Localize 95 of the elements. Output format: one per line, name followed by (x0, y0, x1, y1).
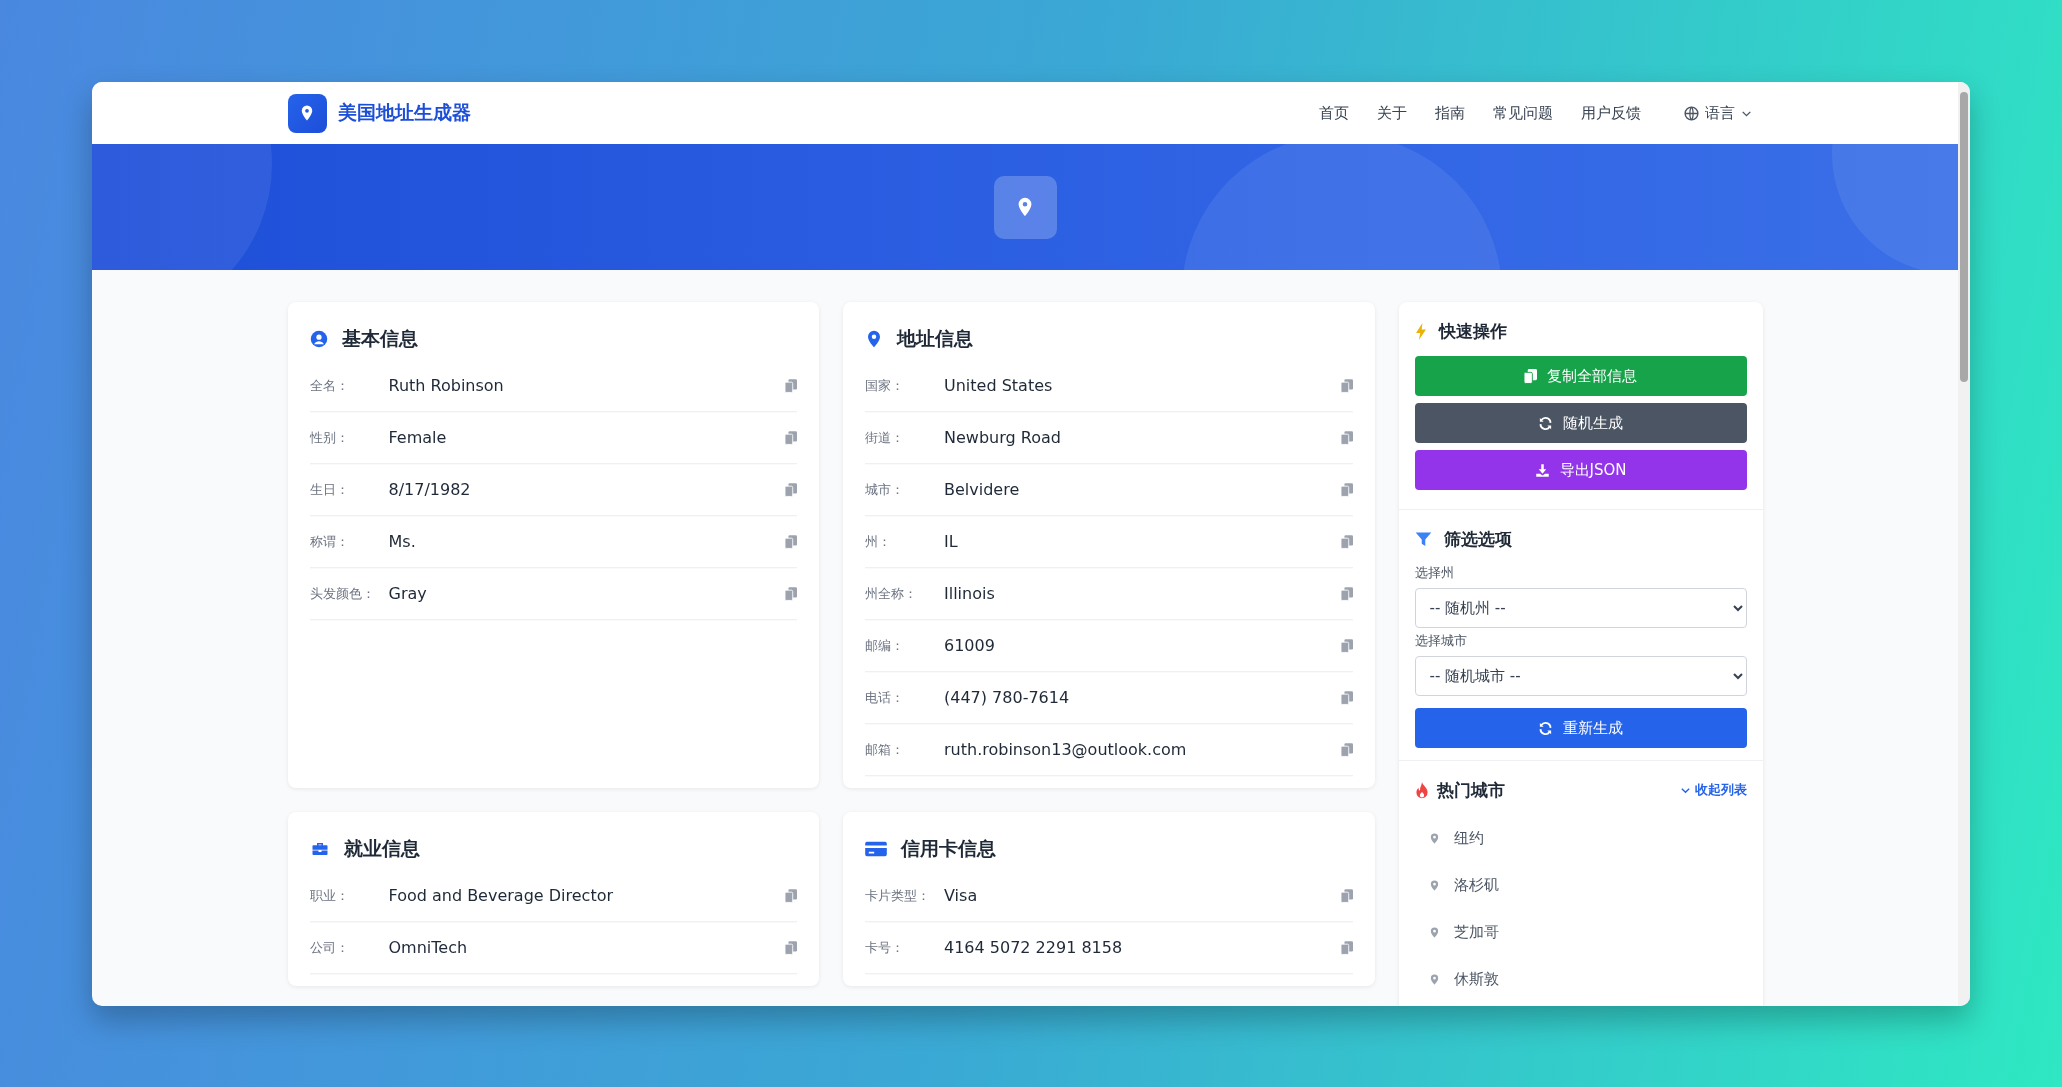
field-value: Visa (944, 886, 979, 905)
field-value: IL (944, 532, 959, 551)
logo-icon (287, 93, 327, 133)
field-value: 8/17/1982 (388, 480, 472, 499)
map-pin-icon (993, 175, 1057, 239)
nav-link[interactable]: 关于 (1376, 103, 1407, 123)
scrollbar-thumb[interactable] (1960, 92, 1968, 382)
field-value: 4164 5072 2291 8158 (944, 938, 1124, 957)
field-value: ruth.robinson13@outlook.com (944, 740, 1188, 759)
field-value: United States (944, 376, 1054, 395)
select-label: 选择州 (1414, 564, 1455, 582)
copy-icon[interactable] (1340, 430, 1353, 445)
copy-icon[interactable] (1340, 534, 1353, 549)
field-label: 头发颜色： (309, 584, 376, 603)
field-value: Newburg Road (944, 428, 1062, 447)
field-value: Illinois (944, 584, 996, 603)
filter-icon (1414, 530, 1432, 548)
field-value: 61009 (944, 636, 996, 655)
copy-icon[interactable] (785, 482, 797, 497)
city-link[interactable]: 休斯敦 (1453, 970, 1499, 989)
field-value: Female (388, 428, 448, 447)
map-pin-icon (1428, 972, 1440, 987)
copy-icon[interactable] (1340, 888, 1353, 903)
field-value: Food and Beverage Director (388, 886, 614, 905)
flame-icon (1414, 781, 1429, 799)
field-label: 街道： (865, 428, 905, 447)
copy-icon[interactable] (1340, 378, 1353, 393)
dropdown-select[interactable]: -- 随机州 -- (1414, 588, 1747, 628)
field-label: 性别： (309, 428, 350, 447)
field-label: 城市： (865, 480, 905, 499)
collapse-link[interactable]: 收起列表 (1679, 781, 1747, 799)
refresh-icon (1538, 415, 1553, 431)
field-label: 国家： (865, 376, 905, 395)
map-pin-icon (865, 330, 883, 348)
field-label: 全名： (309, 376, 350, 395)
select-label: 选择城市 (1414, 632, 1468, 650)
field-value: Ms. (388, 532, 417, 551)
download-icon (1534, 462, 1550, 478)
card-title: 就业信息 (343, 836, 420, 861)
card-title: 信用卡信息 (901, 836, 996, 861)
field-value: (447) 780-7614 (944, 688, 1071, 707)
user-circle-icon (309, 330, 328, 348)
map-pin-icon (1428, 925, 1440, 940)
field-label: 卡片类型： (865, 886, 931, 905)
copy-icon[interactable] (1340, 690, 1353, 705)
copy-icon[interactable] (785, 534, 797, 549)
language-menu[interactable]: 语言 (1682, 103, 1753, 123)
field-value: Belvidere (944, 480, 1021, 499)
city-link[interactable]: 纽约 (1453, 829, 1484, 848)
action-button[interactable]: 导出JSON (1414, 450, 1747, 490)
copy-icon[interactable] (785, 586, 797, 601)
nav-link[interactable]: 指南 (1434, 103, 1465, 123)
site-title[interactable]: 美国地址生成器 (337, 100, 471, 126)
field-label: 称谓： (309, 532, 350, 551)
copy-icon[interactable] (785, 940, 797, 955)
globe-icon (1682, 104, 1700, 122)
card-title: 基本信息 (341, 326, 418, 351)
copy-icon[interactable] (1340, 586, 1353, 601)
refresh-icon (1538, 720, 1553, 736)
lightning-icon (1414, 322, 1427, 340)
action-button[interactable]: 随机生成 (1414, 403, 1747, 443)
field-label: 职业： (309, 886, 350, 905)
field-label: 生日： (309, 480, 350, 499)
copy-icon[interactable] (1340, 742, 1353, 757)
copy-icon[interactable] (785, 378, 797, 393)
city-link[interactable]: 芝加哥 (1453, 923, 1499, 942)
credit-card-icon (865, 840, 887, 858)
field-value: OmniTech (388, 938, 469, 957)
nav-link[interactable]: 常见问题 (1492, 103, 1553, 123)
map-pin-icon (1428, 878, 1440, 893)
field-label: 电话： (865, 688, 905, 707)
nav-link[interactable]: 首页 (1318, 103, 1349, 123)
card-title: 地址信息 (897, 326, 973, 351)
copy-icon[interactable] (785, 888, 797, 903)
field-label: 邮编： (865, 636, 905, 655)
copy-icon[interactable] (1340, 638, 1353, 653)
field-label: 公司： (309, 938, 350, 957)
field-label: 州： (865, 532, 892, 551)
field-label: 卡号： (865, 938, 905, 957)
field-label: 州全称： (865, 584, 918, 603)
copy-icon[interactable] (1340, 482, 1353, 497)
regenerate-button[interactable]: 重新生成 (1414, 708, 1747, 748)
map-pin-icon (1428, 831, 1440, 846)
field-value: Gray (388, 584, 428, 603)
section-title: 快速操作 (1438, 319, 1507, 343)
city-link[interactable]: 洛杉矶 (1453, 876, 1499, 895)
copy-icon[interactable] (785, 430, 797, 445)
copy-icon[interactable] (1340, 940, 1353, 955)
field-label: 邮箱： (865, 740, 905, 759)
nav-link[interactable]: 用户反馈 (1580, 103, 1641, 123)
section-title: 筛选选项 (1443, 527, 1512, 551)
dropdown-select[interactable]: -- 随机城市 -- (1414, 656, 1747, 696)
field-value: Ruth Robinson (388, 376, 505, 395)
copy-icon (1524, 368, 1537, 384)
section-title: 热门城市 (1436, 778, 1505, 802)
